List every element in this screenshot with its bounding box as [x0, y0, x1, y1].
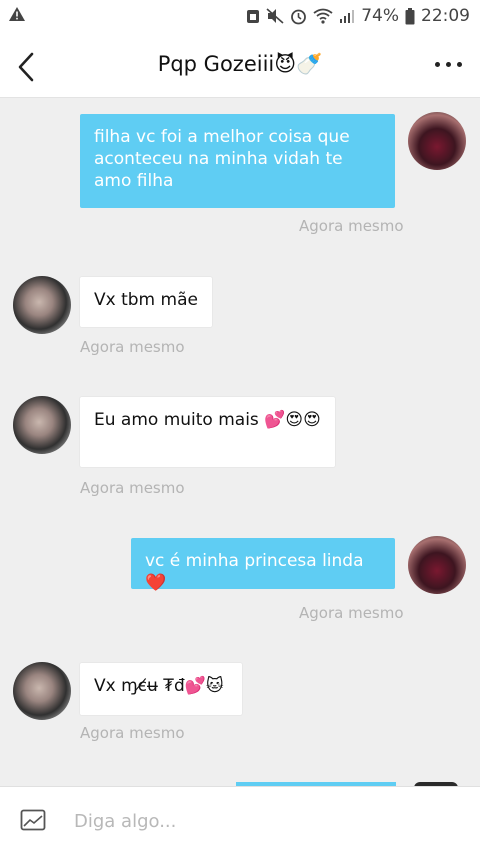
clock: 22:09	[421, 6, 470, 26]
avatar[interactable]	[408, 112, 466, 170]
message-timestamp: Agora mesmo	[80, 479, 185, 497]
status-bar: 74% 22:09	[0, 0, 480, 34]
message-bubble-outgoing[interactable]: vc é minha princesa linda ❤️	[131, 538, 395, 593]
chat-title: Pqp Gozeiii😈🍼	[157, 52, 323, 76]
message-timestamp: Agora mesmo	[80, 724, 185, 742]
warning-icon	[8, 6, 26, 27]
more-dot-icon	[435, 62, 440, 67]
alarm-icon	[290, 8, 307, 25]
message-text: Eu amo muito mais 💕😍😍	[94, 410, 321, 430]
battery-percent: 74%	[361, 6, 399, 26]
message-composer	[0, 786, 480, 852]
back-button[interactable]	[14, 50, 42, 84]
chat-header: Pqp Gozeiii😈🍼	[0, 34, 480, 98]
message-bubble-incoming[interactable]: Vx tbm mãe	[80, 277, 212, 327]
message-input[interactable]	[74, 807, 454, 835]
avatar[interactable]	[408, 536, 466, 594]
message-text: Vx ɱє̸ʉ ₮đ💕🐱	[94, 676, 224, 696]
more-dot-icon	[446, 62, 451, 67]
message-bubble-incoming[interactable]: Vx ɱє̸ʉ ₮đ💕🐱	[80, 663, 242, 715]
more-dot-icon	[457, 62, 462, 67]
avatar[interactable]	[13, 396, 71, 454]
message-timestamp: Agora mesmo	[80, 338, 185, 356]
avatar[interactable]	[13, 662, 71, 720]
message-timestamp: Agora mesmo	[299, 217, 404, 235]
message-timestamp: Agora mesmo	[299, 604, 404, 622]
wifi-icon	[313, 8, 333, 24]
signal-icon	[339, 8, 355, 24]
image-icon[interactable]	[20, 809, 46, 831]
message-text: filha vc foi a melhor coisa que acontece…	[94, 127, 350, 191]
chevron-left-icon	[18, 52, 34, 82]
avatar[interactable]	[13, 276, 71, 334]
message-text: vc é minha princesa linda ❤️	[145, 551, 364, 593]
battery-icon	[405, 7, 415, 25]
more-options-button[interactable]	[435, 62, 462, 67]
nfc-icon	[246, 8, 260, 24]
message-bubble-outgoing[interactable]: filha vc foi a melhor coisa que acontece…	[80, 114, 395, 208]
message-bubble-incoming[interactable]: Eu amo muito mais 💕😍😍	[80, 397, 335, 467]
mute-icon	[266, 8, 284, 24]
message-text: Vx tbm mãe	[94, 290, 198, 310]
